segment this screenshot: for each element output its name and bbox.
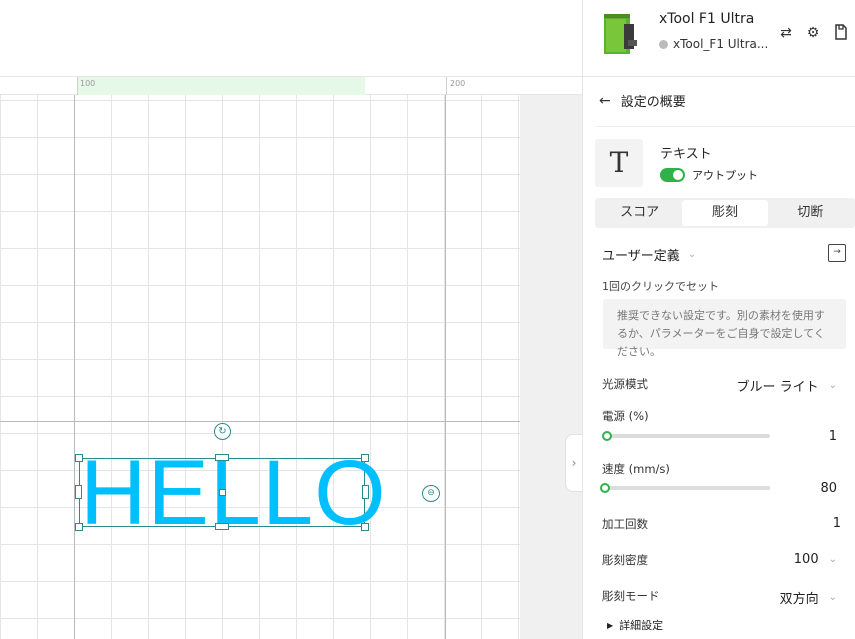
device-status: xTool_F1 Ultra... (659, 37, 768, 51)
light-source-label: 光源模式 (602, 377, 648, 391)
resize-handle-top-left[interactable] (75, 454, 83, 462)
settings-panel: xTool F1 Ultra xTool_F1 Ultra... ⇄ ⚙ ← 設… (582, 0, 855, 639)
speed-label: 速度 (mm/s) (602, 462, 670, 476)
density-row: 彫刻密度 100 ⌄ (602, 552, 837, 568)
resize-handle-bottom-left[interactable] (75, 523, 83, 531)
power-label-row: 電源 (%) (602, 408, 837, 424)
chevron-down-icon: ⌄ (828, 380, 837, 391)
output-label: アウトプット (692, 169, 758, 182)
canvas-out-of-bounds (520, 95, 582, 639)
horizontal-ruler: 100 200 (0, 77, 582, 95)
tab-engrave[interactable]: 彫刻 (682, 200, 768, 226)
back-arrow-icon[interactable]: ← (599, 93, 611, 109)
speed-label-row: 速度 (mm/s) (602, 461, 837, 477)
settings-title: 設定の概要 (620, 95, 686, 110)
power-label: 電源 (%) (602, 409, 649, 423)
layer-card: T テキスト アウトプット (595, 126, 855, 194)
output-row: アウトプット (660, 167, 758, 183)
device-name: xTool F1 Ultra (659, 11, 755, 27)
advanced-settings-label: 詳細設定 (619, 619, 664, 632)
settings-icon[interactable]: ⚙ (804, 24, 822, 42)
ruler-tick (77, 77, 78, 95)
advanced-settings-toggle[interactable]: ▶ 詳細設定 (607, 617, 663, 633)
ruler-label-200: 200 (450, 79, 466, 88)
density-dropdown[interactable]: 100 ⌄ (794, 552, 837, 567)
device-status-text: xTool_F1 Ultra... (673, 37, 769, 51)
resize-handle-right[interactable] (362, 485, 369, 499)
canvas-grid[interactable] (0, 95, 520, 639)
engrave-mode-row: 彫刻モード 双方向 ⌄ (602, 588, 837, 607)
engrave-mode-dropdown[interactable]: 双方向 ⌄ (780, 588, 837, 607)
power-slider[interactable] (601, 431, 770, 441)
resize-handle-top-right[interactable] (361, 454, 369, 462)
panel-collapse-tab[interactable]: › (565, 434, 582, 492)
power-value[interactable]: 1 (829, 429, 837, 444)
resize-handle-bottom-right[interactable] (361, 523, 369, 531)
grid-major-line (74, 95, 75, 639)
resize-handle-left[interactable] (75, 485, 82, 499)
canvas-area[interactable]: 100 200 ↻ HELLO ⊖ (0, 0, 582, 639)
light-source-row: 光源模式 ブルー ライト ⌄ (602, 376, 837, 395)
density-label: 彫刻密度 (602, 553, 648, 567)
processing-mode-tabs: スコア 彫刻 切断 (595, 198, 855, 228)
link-handle-icon[interactable]: ⊖ (422, 485, 440, 502)
rotate-handle-icon[interactable]: ↻ (214, 423, 231, 440)
resize-handle-bottom[interactable] (215, 523, 229, 530)
passes-row: 加工回数 1 (602, 516, 841, 532)
tab-score[interactable]: スコア (597, 200, 682, 226)
power-slider-knob[interactable] (601, 431, 612, 441)
object-center-handle[interactable] (219, 489, 226, 496)
grid-major-line (0, 421, 520, 422)
passes-value[interactable]: 1 (833, 516, 841, 531)
light-source-dropdown[interactable]: ブルー ライト ⌄ (736, 376, 837, 395)
settings-header: ← 設定の概要 (599, 91, 686, 111)
speed-slider-knob[interactable] (600, 483, 610, 493)
speed-slider[interactable] (600, 483, 770, 493)
engrave-mode-value: 双方向 (779, 592, 819, 607)
density-value: 100 (793, 552, 819, 567)
swap-icon[interactable]: ⇄ (777, 24, 795, 42)
light-source-value: ブルー ライト (736, 380, 819, 395)
layer-title: テキスト (660, 147, 712, 162)
text-layer-icon: T (595, 139, 643, 187)
preset-value: ユーザー定義 (602, 249, 680, 264)
passes-value-text: 1 (832, 516, 841, 531)
chevron-down-icon: ⌄ (687, 249, 697, 260)
triangle-right-icon: ▶ (607, 620, 614, 630)
chevron-down-icon: ⌄ (828, 554, 837, 565)
grid-major-line (445, 95, 446, 639)
preset-dropdown[interactable]: ユーザー定義 ⌄ (602, 245, 696, 264)
device-header[interactable]: xTool F1 Ultra xTool_F1 Ultra... ⇄ ⚙ (583, 0, 855, 77)
engrave-mode-label: 彫刻モード (602, 589, 660, 603)
device-image (604, 14, 637, 54)
resize-handle-top[interactable] (215, 454, 229, 461)
chevron-down-icon: ⌄ (828, 592, 837, 603)
ruler-selection-highlight (77, 77, 365, 95)
ruler-tick (446, 77, 447, 95)
speed-value[interactable]: 80 (820, 481, 837, 496)
settings-warning: 推奨できない設定です。別の素材を使用するか、パラメーターをご自身で設定してくださ… (603, 299, 846, 358)
save-preset-icon[interactable]: → (828, 244, 846, 262)
tab-cut[interactable]: 切断 (768, 200, 853, 226)
status-dot-icon (659, 39, 668, 49)
passes-label: 加工回数 (602, 517, 648, 531)
output-toggle[interactable] (660, 168, 685, 182)
ruler-label-100: 100 (80, 79, 96, 88)
canvas-top-band (0, 0, 582, 77)
one-click-label: 1回のクリックでセット (602, 280, 719, 293)
file-icon[interactable] (832, 24, 850, 42)
